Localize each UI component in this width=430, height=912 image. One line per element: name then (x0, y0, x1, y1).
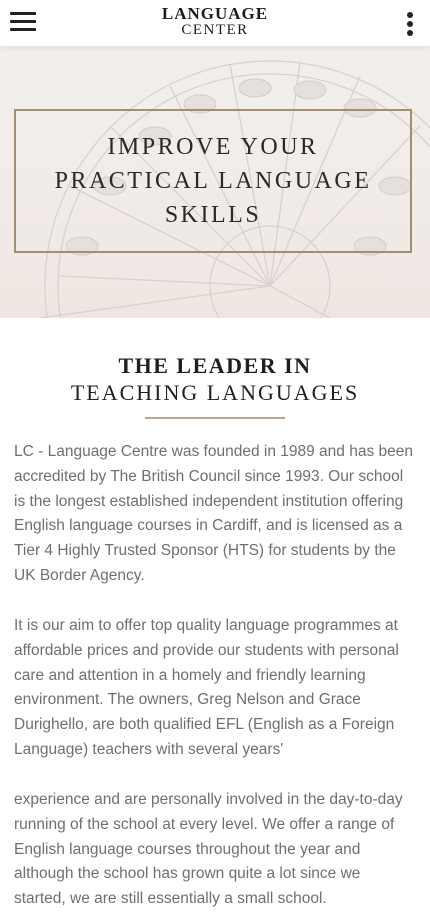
logo-line-1: LANGUAGE (161, 4, 269, 23)
dot (407, 21, 413, 27)
hero-frame: IMPROVE YOUR PRACTICAL LANGUAGE SKILLS (14, 109, 412, 253)
hero-title: IMPROVE YOUR PRACTICAL LANGUAGE SKILLS (54, 134, 372, 228)
heading-bold: THE LEADER IN (118, 353, 312, 378)
dot (407, 30, 413, 36)
dot (407, 12, 413, 18)
logo-line-2: CENTER (181, 22, 249, 38)
about-paragraph: LC - Language Centre was founded in 1989… (14, 443, 413, 584)
heading-divider (145, 417, 285, 419)
about-paragraph: experience and are personally involved i… (14, 791, 403, 908)
about-paragraph: It is our aim to offer top quality langu… (14, 617, 399, 758)
app-header: LANGUAGE CENTER (0, 0, 430, 46)
vertical-dots-icon[interactable] (406, 12, 414, 36)
heading-light: TEACHING LANGUAGES (70, 380, 360, 405)
section-heading: THE LEADER IN TEACHING LANGUAGES (0, 352, 430, 406)
site-logo[interactable]: LANGUAGE CENTER (0, 5, 430, 38)
hero-banner: IMPROVE YOUR PRACTICAL LANGUAGE SKILLS (0, 46, 430, 318)
